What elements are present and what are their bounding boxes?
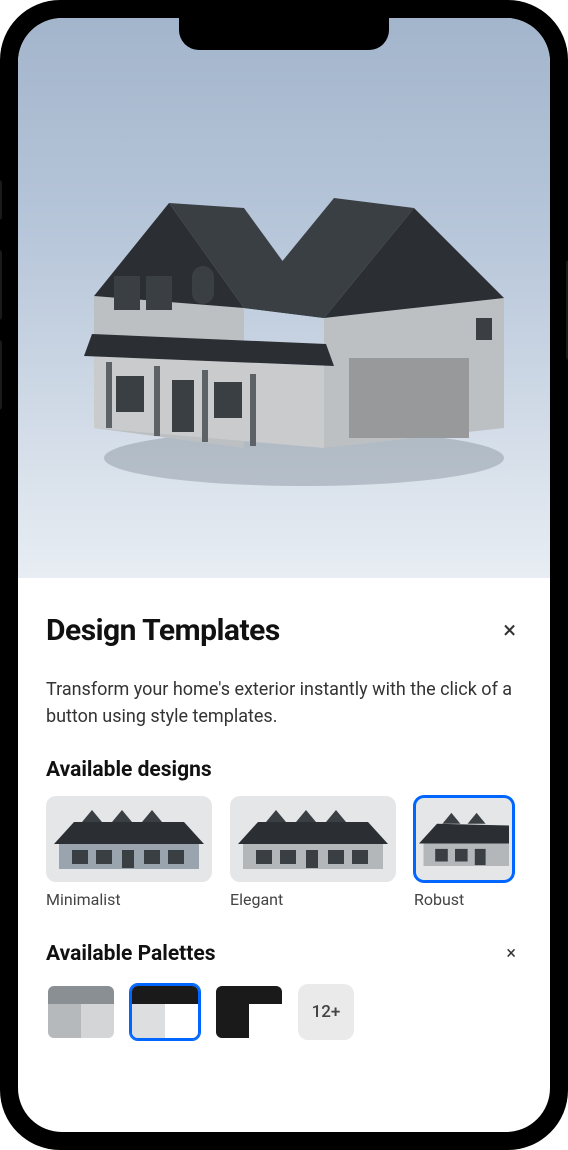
design-item-minimalist[interactable]: Minimalist [46,796,212,909]
sheet-header: Design Templates × [46,610,522,650]
designs-row: Minimalist [46,796,522,909]
sheet-title: Design Templates [46,613,280,648]
design-item-robust[interactable]: Robust [414,796,514,909]
sheet-description: Transform your home's exterior instantly… [46,676,522,730]
design-thumb[interactable] [414,796,514,882]
palette-swatch[interactable] [130,984,200,1040]
palette-more-button[interactable]: 12+ [298,984,354,1040]
palette-swatch[interactable] [214,984,284,1040]
phone-screen: Design Templates × Transform your home's… [18,18,550,1132]
phone-side-button [0,180,2,220]
available-designs-heading: Available designs [46,758,522,782]
design-templates-sheet: Design Templates × Transform your home's… [18,578,550,1060]
design-thumb[interactable] [46,796,212,882]
house-3d-model [64,148,504,488]
design-label: Minimalist [46,890,212,909]
house-3d-preview[interactable] [18,18,550,578]
close-icon[interactable]: × [497,610,522,650]
design-thumb[interactable] [230,796,396,882]
palette-swatch[interactable] [46,984,116,1040]
palettes-header: Available Palettes × [46,937,522,970]
design-item-elegant[interactable]: Elegant [230,796,396,909]
phone-side-button [0,340,2,410]
phone-notch [179,18,389,50]
palettes-row: 12+ [46,984,522,1040]
design-label: Robust [414,890,514,909]
design-label: Elegant [230,890,396,909]
phone-side-button [0,250,2,320]
close-icon[interactable]: × [500,937,522,970]
phone-frame: Design Templates × Transform your home's… [0,0,568,1150]
available-palettes-heading: Available Palettes [46,942,216,966]
